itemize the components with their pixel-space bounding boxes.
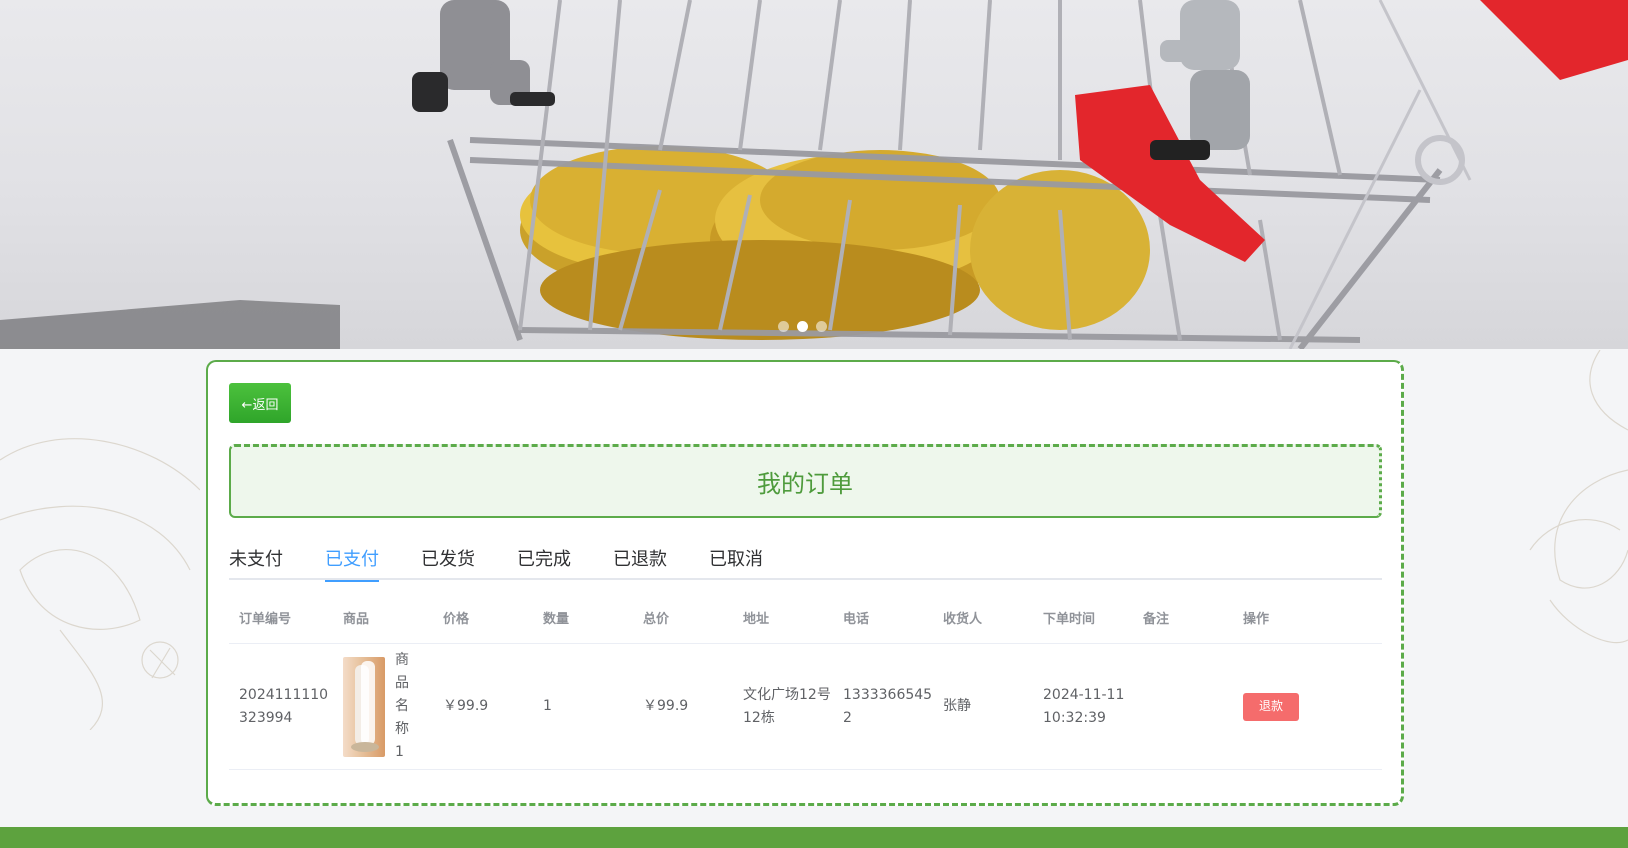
tab-unpaid[interactable]: 未支付 [229, 536, 283, 580]
footer-band [0, 827, 1628, 848]
table-row: 2024111110323994 商品名称1 ￥99.9 1 ￥99.9 文化广… [229, 644, 1382, 770]
header-quantity: 数量 [543, 612, 570, 627]
header-address: 地址 [743, 612, 770, 627]
order-status-tabs: 未支付 已支付 已发货 已完成 已退款 已取消 [229, 536, 1382, 582]
tab-completed[interactable]: 已完成 [517, 536, 571, 580]
carousel-dot-1[interactable] [778, 321, 789, 332]
tab-shipped[interactable]: 已发货 [421, 536, 475, 580]
left-flower-decoration [0, 438, 200, 730]
header-price: 价格 [443, 612, 470, 627]
cell-phone: 13333665452 [843, 686, 933, 726]
header-receiver: 收货人 [943, 612, 983, 627]
cell-address: 文化广场12号12栋 [743, 686, 831, 726]
header-phone: 电话 [843, 612, 870, 627]
cell-quantity: 1 [543, 698, 552, 714]
cell-order-no: 2024111110323994 [239, 686, 329, 726]
header-product: 商品 [343, 612, 370, 627]
carousel-dot-2[interactable] [797, 321, 808, 332]
cell-receiver: 张静 [943, 698, 971, 714]
cell-action: 退款 [1233, 692, 1382, 721]
header-action: 操作 [1243, 612, 1270, 627]
tab-refunded[interactable]: 已退款 [613, 536, 667, 580]
carousel-dot-3[interactable] [816, 321, 827, 332]
tab-cancelled[interactable]: 已取消 [709, 536, 763, 580]
carousel-indicators [778, 321, 827, 332]
hero-banner [0, 0, 1628, 349]
header-remark: 备注 [1143, 612, 1170, 627]
header-order-time: 下单时间 [1043, 612, 1096, 627]
orders-table: 订单编号 商品 价格 数量 总价 地址 电话 收货人 下单时间 备注 操作 20… [229, 592, 1382, 770]
cell-price: ￥99.9 [443, 698, 489, 714]
product-name: 商品名称1 [395, 652, 409, 760]
header-order-no: 订单编号 [239, 612, 292, 627]
page-title: 我的订单 [757, 470, 853, 498]
shopping-cart-image [0, 0, 1628, 349]
product-thumbnail[interactable] [343, 656, 385, 757]
header-total: 总价 [643, 612, 670, 627]
cell-total: ￥99.9 [643, 698, 689, 714]
table-header: 订单编号 商品 价格 数量 总价 地址 电话 收货人 下单时间 备注 操作 [229, 592, 1382, 644]
refund-button[interactable]: 退款 [1243, 692, 1299, 721]
page-title-box: 我的订单 [229, 444, 1382, 518]
tab-paid[interactable]: 已支付 [325, 536, 379, 582]
cell-order-time: 2024-11-11 10:32:39 [1043, 686, 1125, 726]
orders-panel: ←返回 我的订单 未支付 已支付 已发货 已完成 已退款 已取消 订单编号 商品… [206, 360, 1404, 806]
cell-product: 商品名称1 [333, 649, 433, 764]
right-flower-decoration [1529, 350, 1628, 644]
back-button[interactable]: ←返回 [229, 383, 291, 423]
